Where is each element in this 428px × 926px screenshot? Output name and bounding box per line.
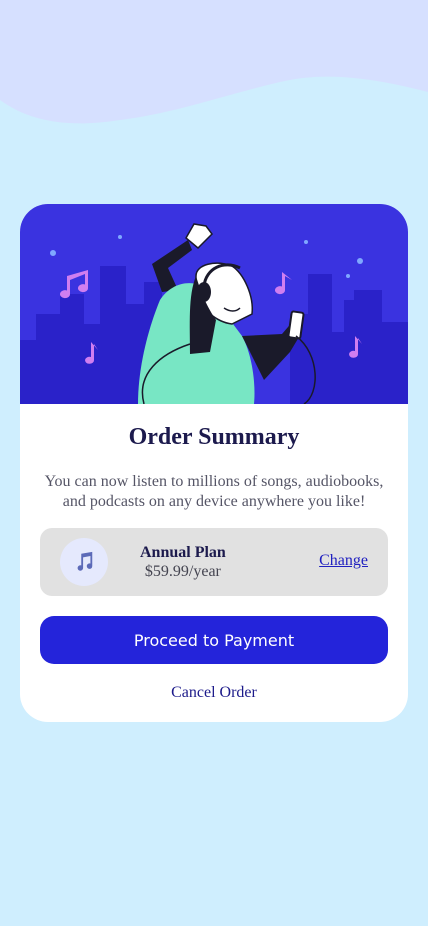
cancel-order-button[interactable]: Cancel Order [20, 684, 408, 702]
hero-illustration [20, 204, 408, 404]
change-plan-link[interactable]: Change [319, 552, 368, 570]
page-title: Order Summary [128, 424, 300, 450]
order-description: You can now listen to millions of songs,… [44, 473, 384, 510]
plan-name: Annual Plan [140, 544, 226, 561]
plan-price: $59.99/year [144, 563, 221, 580]
plan-summary: Annual Plan $59.99/year Change [40, 528, 388, 596]
plan-details: Annual Plan $59.99/year [140, 544, 226, 582]
music-note-icon [60, 538, 108, 586]
background-wave [0, 0, 428, 124]
proceed-to-payment-button[interactable]: Proceed to Payment [40, 616, 388, 664]
order-summary-card: Order Summary You can now listen to mill… [20, 204, 408, 722]
